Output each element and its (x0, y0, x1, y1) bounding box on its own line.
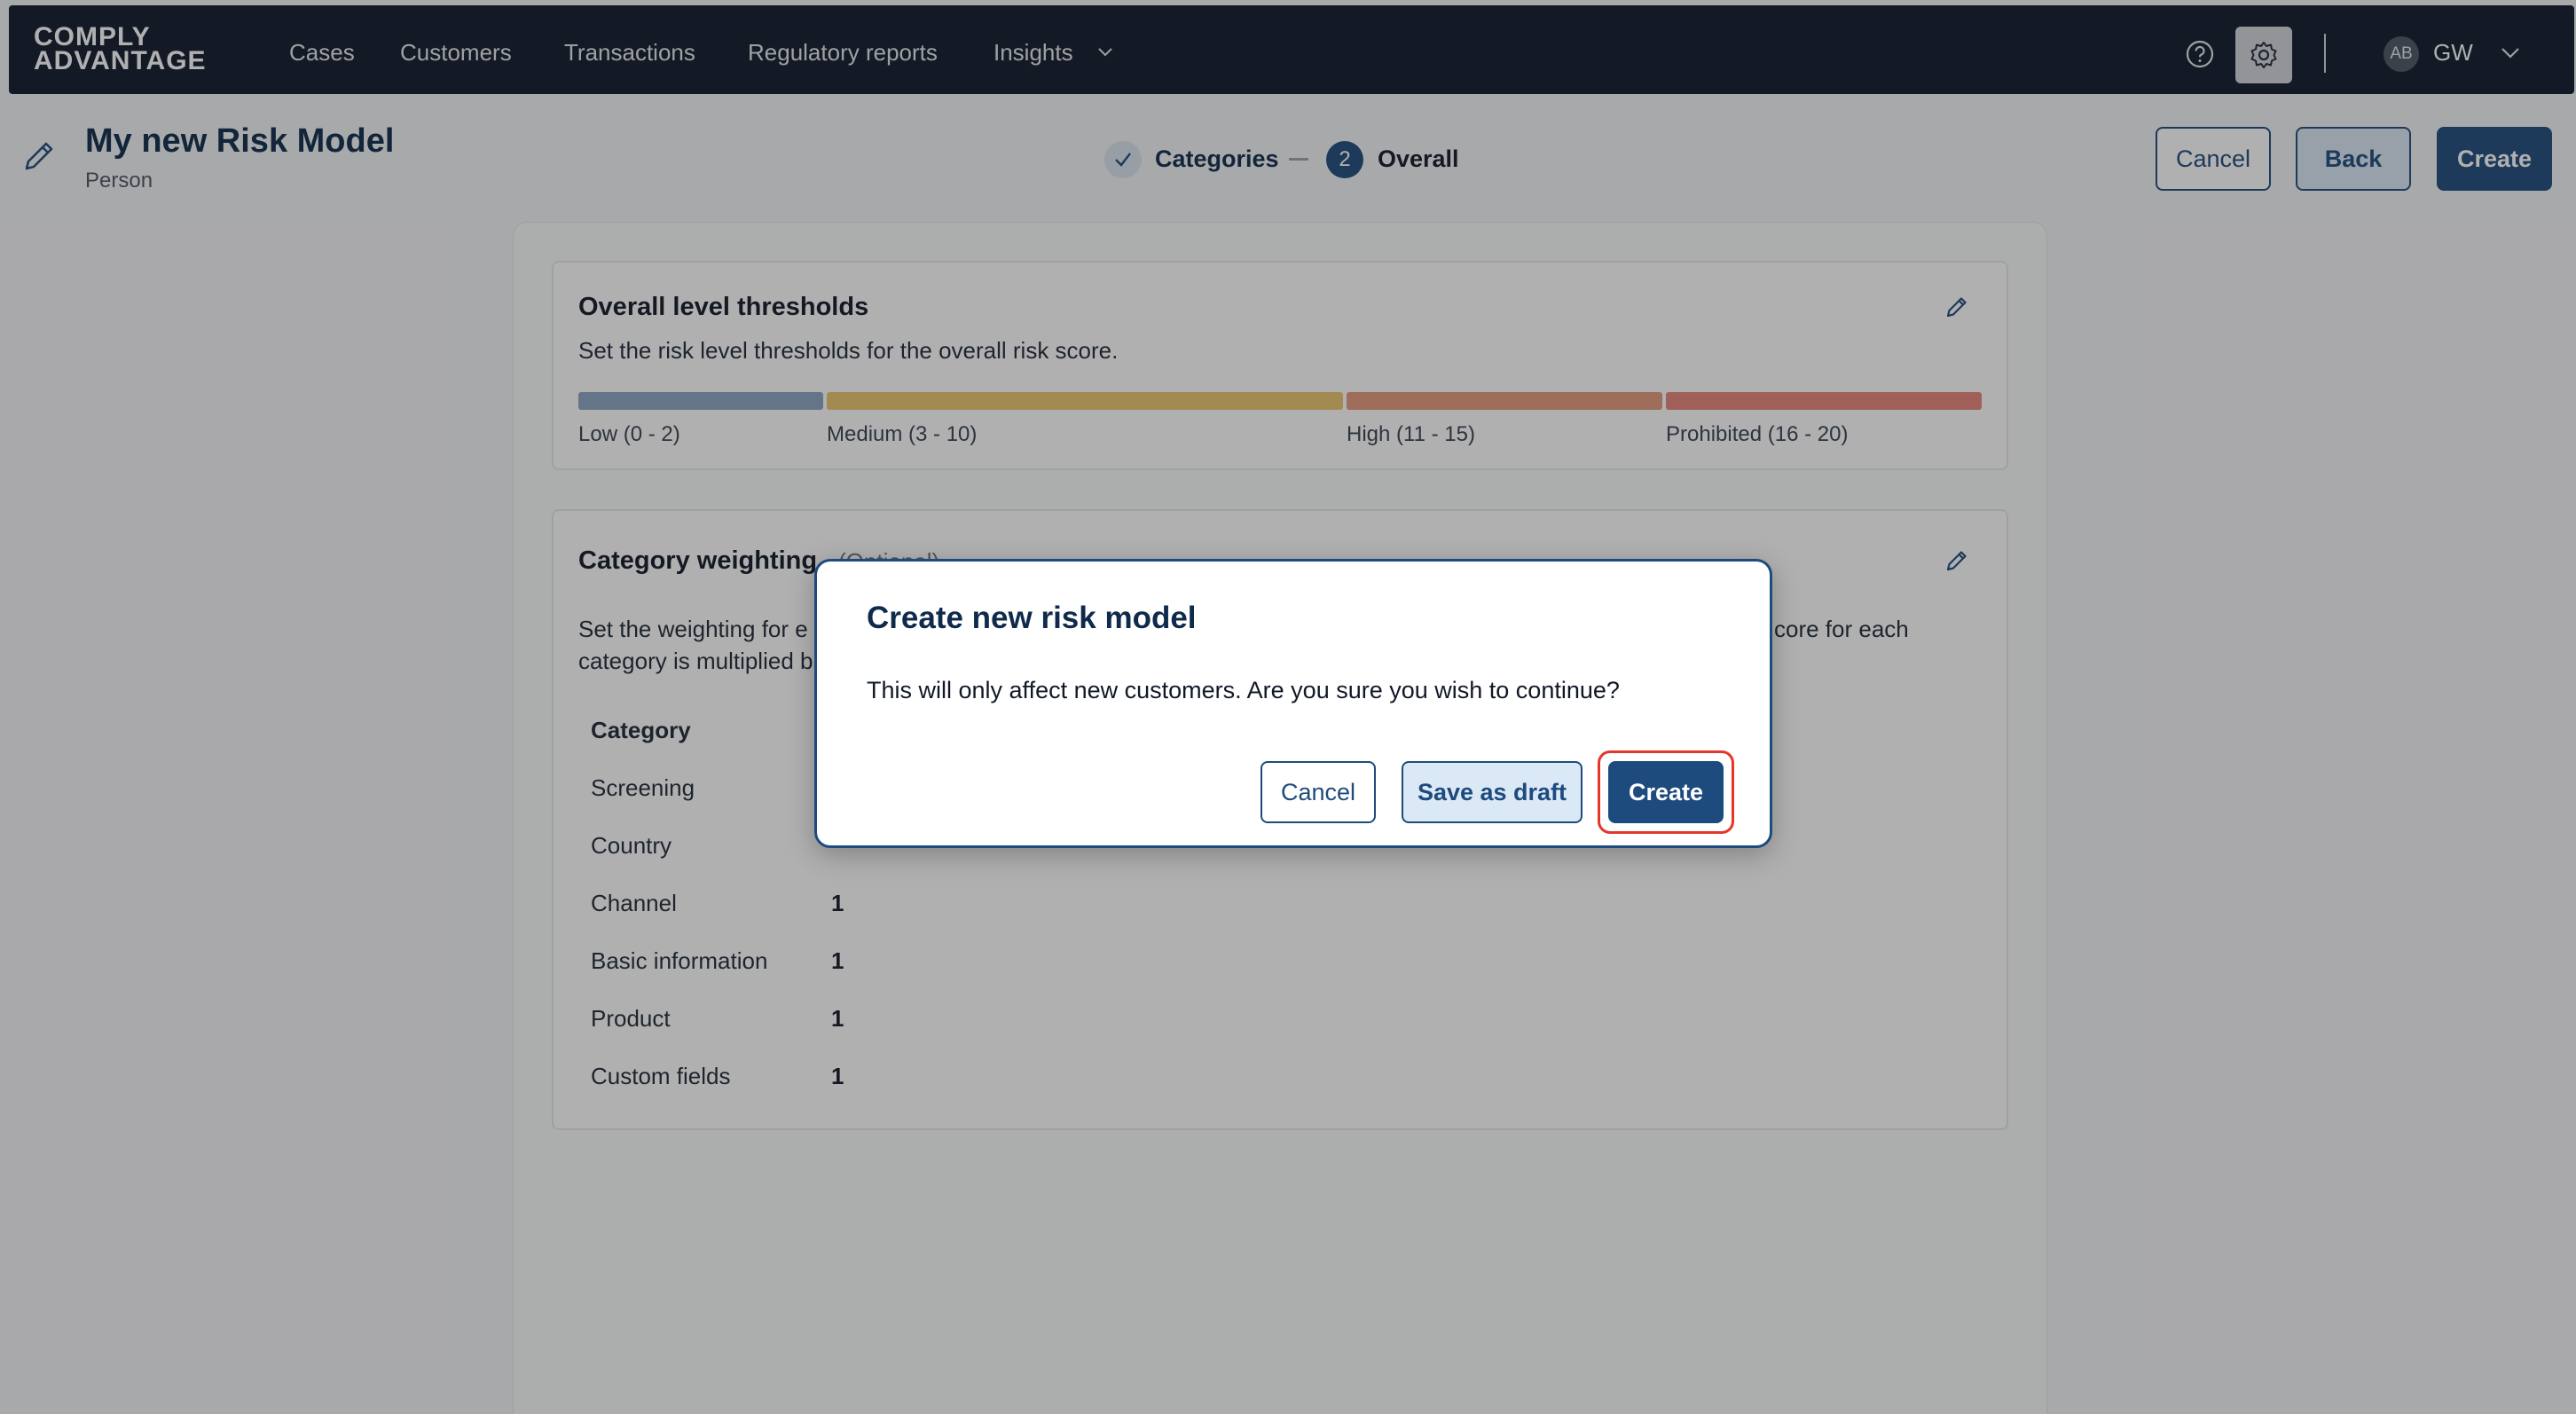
dialog-save-draft-button[interactable]: Save as draft (1402, 761, 1583, 823)
dialog-message: This will only affect new customers. Are… (867, 677, 1620, 703)
dialog-title: Create new risk model (867, 601, 1197, 635)
dialog-cancel-button[interactable]: Cancel (1261, 761, 1376, 823)
create-risk-model-dialog: Create new risk model This will only aff… (814, 559, 1772, 848)
dialog-create-button[interactable]: Create (1608, 761, 1724, 823)
